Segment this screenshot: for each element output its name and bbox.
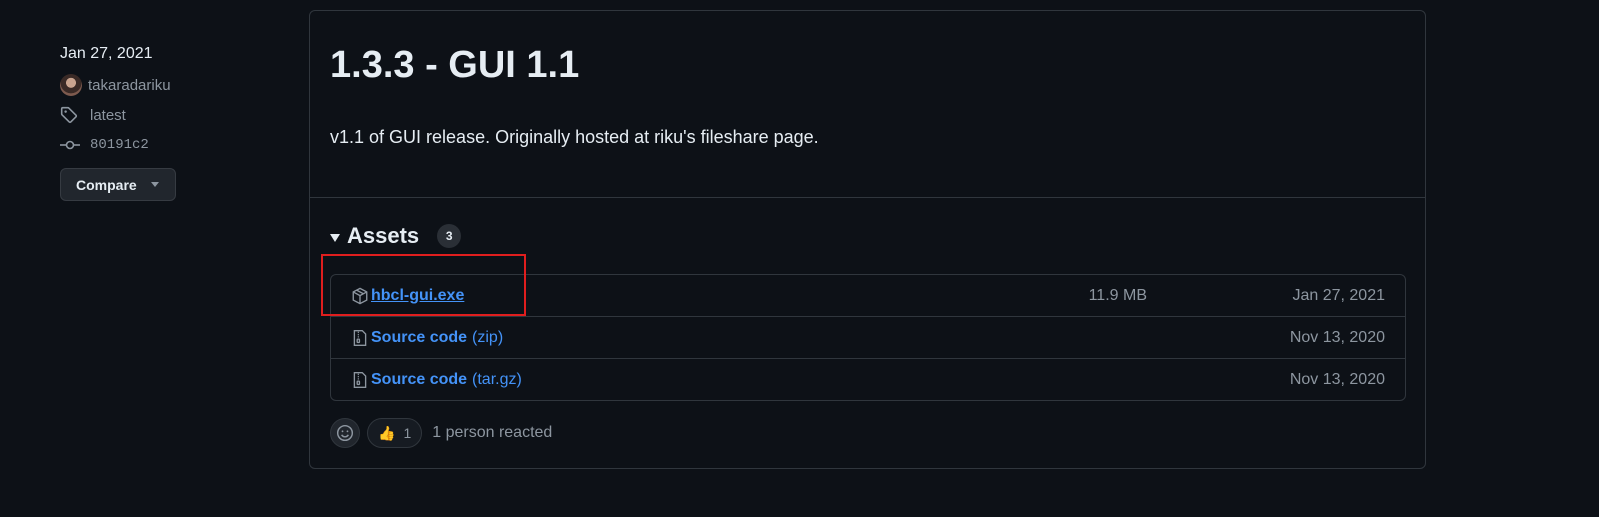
thumbs-up-icon: 👍: [378, 424, 396, 441]
reaction-count: 1: [403, 425, 412, 441]
asset-date: Jan 27, 2021: [1292, 286, 1385, 304]
asset-size: 11.9 MB: [1088, 286, 1147, 304]
commit-icon: [60, 134, 86, 156]
release-card: 1.3.3 - GUI 1.1 v1.1 of GUI release. Ori…: [309, 10, 1426, 469]
compare-button[interactable]: Compare: [60, 168, 176, 201]
asset-ext[interactable]: (zip): [472, 329, 503, 346]
asset-link-label[interactable]: Source code: [371, 329, 467, 346]
author-link[interactable]: takaradariku: [60, 72, 260, 98]
asset-date: Nov 13, 2020: [1289, 370, 1385, 388]
commit-sha[interactable]: 80191c2: [90, 137, 149, 153]
release-header: 1.3.3 - GUI 1.1 v1.1 of GUI release. Ori…: [310, 11, 1425, 198]
tag-link[interactable]: latest: [60, 102, 260, 128]
assets-label: Assets: [347, 223, 420, 248]
asset-row-targz: Source code (tar.gz) Nov 13, 2020: [331, 358, 1405, 400]
assets-count-badge: 3: [437, 224, 462, 248]
asset-ext[interactable]: (tar.gz): [472, 371, 522, 388]
assets-list: hbcl-gui.exe 11.9 MB Jan 27, 2021 Source…: [330, 274, 1406, 401]
assets-toggle[interactable]: Assets 3: [330, 223, 462, 249]
asset-date: Nov 13, 2020: [1289, 328, 1385, 346]
asset-link[interactable]: Source code (zip): [371, 329, 503, 347]
asset-row-zip: Source code (zip) Nov 13, 2020: [331, 316, 1405, 358]
release-title[interactable]: 1.3.3 - GUI 1.1: [330, 41, 1425, 89]
asset-row-exe: hbcl-gui.exe 11.9 MB Jan 27, 2021: [331, 275, 1405, 316]
asset-link-label[interactable]: Source code: [371, 371, 467, 388]
chevron-down-icon: [150, 182, 159, 187]
tag-name[interactable]: latest: [90, 107, 126, 124]
asset-link[interactable]: hbcl-gui.exe: [371, 287, 464, 305]
author-name[interactable]: takaradariku: [88, 77, 171, 94]
file-zip-icon: [351, 329, 369, 347]
tag-icon: [60, 104, 86, 126]
compare-label: Compare: [76, 176, 137, 193]
release-sidebar: Jan 27, 2021 takaradariku latest 80191c2…: [60, 40, 260, 201]
thumbs-up-reaction-button[interactable]: 👍 1: [367, 418, 423, 448]
commit-link[interactable]: 80191c2: [60, 132, 260, 158]
package-icon: [351, 287, 369, 305]
avatar: [60, 74, 82, 96]
reaction-summary: 1 person reacted: [432, 424, 553, 441]
reactions-bar: 👍 1 1 person reacted: [330, 418, 552, 448]
triangle-down-icon: [330, 234, 340, 242]
release-description: v1.1 of GUI release. Originally hosted a…: [330, 127, 819, 147]
file-zip-icon: [351, 371, 369, 389]
smiley-icon: [336, 424, 354, 442]
asset-link[interactable]: Source code (tar.gz): [371, 371, 522, 389]
add-reaction-button[interactable]: [330, 418, 360, 448]
release-date: Jan 27, 2021: [60, 45, 153, 62]
